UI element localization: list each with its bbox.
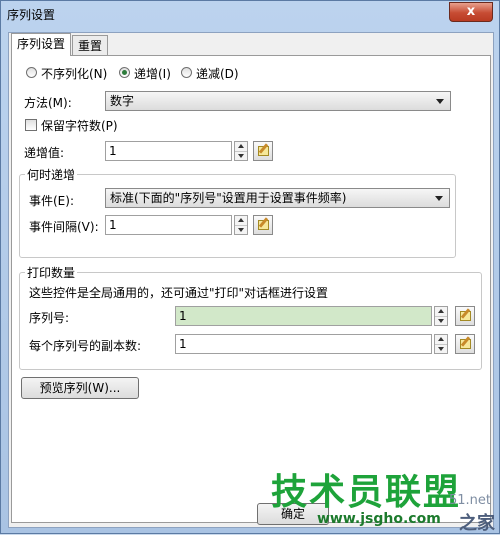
event-interval-input[interactable]: 1 [105, 215, 232, 235]
preview-serial-label: 预览序列(W)... [39, 381, 121, 395]
serial-edit-button[interactable] [455, 306, 475, 326]
method-select-value: 数字 [110, 94, 135, 108]
tab-panel: 不序列化(N) 递增(I) 递减(D) 方法(M): 数字 保留字符数(P) 递… [11, 55, 491, 523]
title-bar[interactable]: 序列设置 x [1, 1, 499, 26]
copies-spinner[interactable] [434, 334, 448, 354]
copies-input[interactable]: 1 [175, 334, 432, 354]
spin-down-icon[interactable] [435, 316, 447, 326]
radio-decrement[interactable] [181, 67, 192, 78]
method-label: 方法(M): [24, 96, 72, 110]
watermark-corner-text: 之家 [459, 513, 495, 534]
spin-up-icon[interactable] [435, 307, 447, 316]
radio-decrement-label[interactable]: 递减(D) [196, 65, 239, 82]
spin-up-icon[interactable] [235, 216, 247, 225]
when-increment-group-label: 何时递增 [25, 166, 78, 183]
increment-edit-button[interactable] [253, 141, 273, 161]
copies-label: 每个序列号的副本数: [29, 339, 142, 353]
keep-chars-label[interactable]: 保留字符数(P) [41, 117, 118, 134]
spin-up-icon[interactable] [235, 142, 247, 151]
spin-down-icon[interactable] [435, 344, 447, 354]
serial-value: 1 [179, 309, 187, 323]
chevron-down-icon [435, 196, 443, 201]
window-title: 序列设置 [7, 8, 56, 22]
preview-serial-button[interactable]: 预览序列(W)... [21, 377, 139, 399]
radio-no-serialize-label[interactable]: 不序列化(N) [41, 65, 107, 82]
tab-serialize-settings[interactable]: 序列设置 [11, 33, 72, 56]
serial-spinner[interactable] [434, 306, 448, 326]
event-label: 事件(E): [29, 194, 74, 208]
copies-value: 1 [179, 337, 187, 351]
method-select[interactable]: 数字 [105, 91, 451, 111]
radio-increment-label[interactable]: 递增(I) [134, 65, 171, 82]
spin-down-icon[interactable] [235, 151, 247, 161]
dialog-window: 序列设置 x 序列设置 重置 不序列化(N) 递增(I) 递减(D) 方法(M)… [0, 0, 500, 534]
event-select-value: 标准(下面的"序列号"设置用于设置事件频率) [110, 191, 347, 205]
event-interval-edit-button[interactable] [253, 215, 273, 235]
spin-down-icon[interactable] [235, 225, 247, 235]
watermark-url: www.jsgho.com [317, 511, 441, 527]
event-interval-value: 1 [109, 218, 117, 232]
tab-reset[interactable]: 重置 [72, 35, 109, 55]
increment-value: 1 [109, 144, 117, 158]
keep-chars-checkbox[interactable] [25, 119, 37, 131]
event-select[interactable]: 标准(下面的"序列号"设置用于设置事件频率) [105, 188, 450, 208]
serial-label: 序列号: [29, 311, 70, 325]
chevron-down-icon [436, 99, 444, 104]
event-interval-spinner[interactable] [234, 215, 248, 235]
dialog-client: 序列设置 重置 不序列化(N) 递增(I) 递减(D) 方法(M): 数字 保留… [8, 32, 494, 528]
radio-increment[interactable] [119, 67, 130, 78]
watermark-title: 技术员联盟 [271, 472, 462, 513]
close-button[interactable]: x [449, 2, 493, 22]
tab-label: 序列设置 [17, 37, 66, 51]
tab-label: 重置 [78, 39, 103, 53]
copies-edit-button[interactable] [455, 334, 475, 354]
increment-input[interactable]: 1 [105, 141, 232, 161]
radio-no-serialize[interactable] [26, 67, 37, 78]
close-icon: x [466, 4, 476, 19]
spin-up-icon[interactable] [435, 335, 447, 344]
watermark-side-text: 51.net [449, 493, 492, 508]
serial-input[interactable]: 1 [175, 306, 432, 326]
increment-label: 递增值: [24, 146, 65, 160]
event-interval-label: 事件间隔(V): [29, 220, 99, 234]
print-note: 这些控件是全局通用的，还可通过"打印"对话框进行设置 [29, 286, 329, 300]
increment-spinner[interactable] [234, 141, 248, 161]
print-quantity-group-label: 打印数量 [25, 264, 78, 281]
